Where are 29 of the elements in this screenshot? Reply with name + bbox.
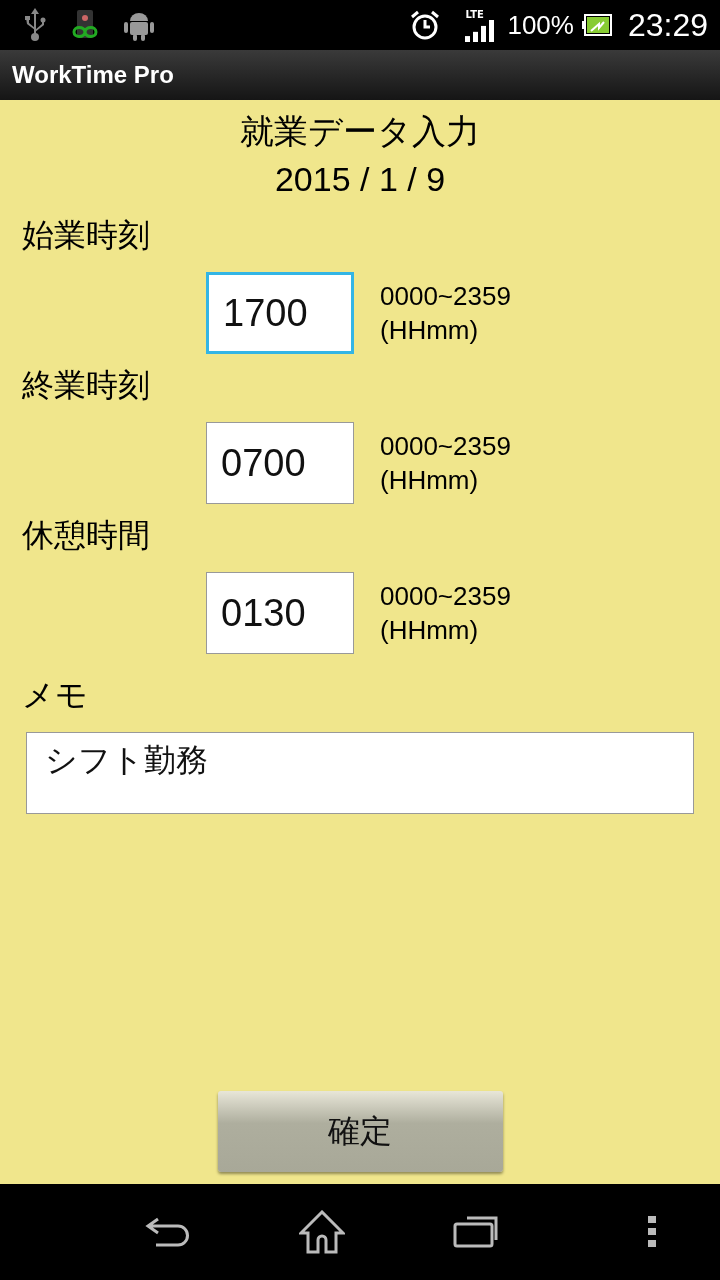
signal-icon bbox=[465, 19, 496, 42]
field-label: メモ bbox=[22, 675, 88, 716]
clock-time: 23:29 bbox=[627, 6, 708, 44]
field-label: 休憩時間 bbox=[22, 515, 150, 556]
format-hint: (HHmm) bbox=[380, 614, 479, 647]
network-type: LTE bbox=[465, 8, 484, 20]
format-hint: 0000~2359 bbox=[380, 430, 511, 463]
field-label: 始業時刻 bbox=[22, 215, 150, 256]
battery-charging-icon bbox=[581, 14, 612, 36]
format-hint: (HHmm) bbox=[380, 464, 479, 497]
time-input-field[interactable]: 0700 bbox=[206, 422, 354, 504]
menu-icon[interactable] bbox=[647, 1216, 656, 1248]
alarm-clock-icon bbox=[409, 9, 442, 41]
battery-percent: 100% bbox=[507, 9, 574, 41]
field-label: 終業時刻 bbox=[22, 365, 150, 406]
home-icon[interactable] bbox=[298, 1210, 345, 1254]
back-icon[interactable] bbox=[144, 1215, 191, 1249]
usb-icon bbox=[24, 8, 46, 42]
time-input-field[interactable]: 0130 bbox=[206, 572, 354, 654]
recent-apps-icon[interactable] bbox=[453, 1216, 500, 1248]
screen-heading: 就業データ入力 bbox=[240, 110, 480, 153]
memo-input-field[interactable]: シフト勤務 bbox=[26, 732, 694, 814]
confirm-button[interactable]: 確定 bbox=[217, 1091, 503, 1172]
date-text: 2015 / 1 / 9 bbox=[274, 159, 446, 200]
app-title: WorkTime Pro bbox=[12, 61, 174, 89]
format-hint: (HHmm) bbox=[380, 314, 479, 347]
time-input-field[interactable]: 1700 bbox=[206, 272, 354, 354]
format-hint: 0000~2359 bbox=[380, 280, 511, 313]
format-hint: 0000~2359 bbox=[380, 580, 511, 613]
